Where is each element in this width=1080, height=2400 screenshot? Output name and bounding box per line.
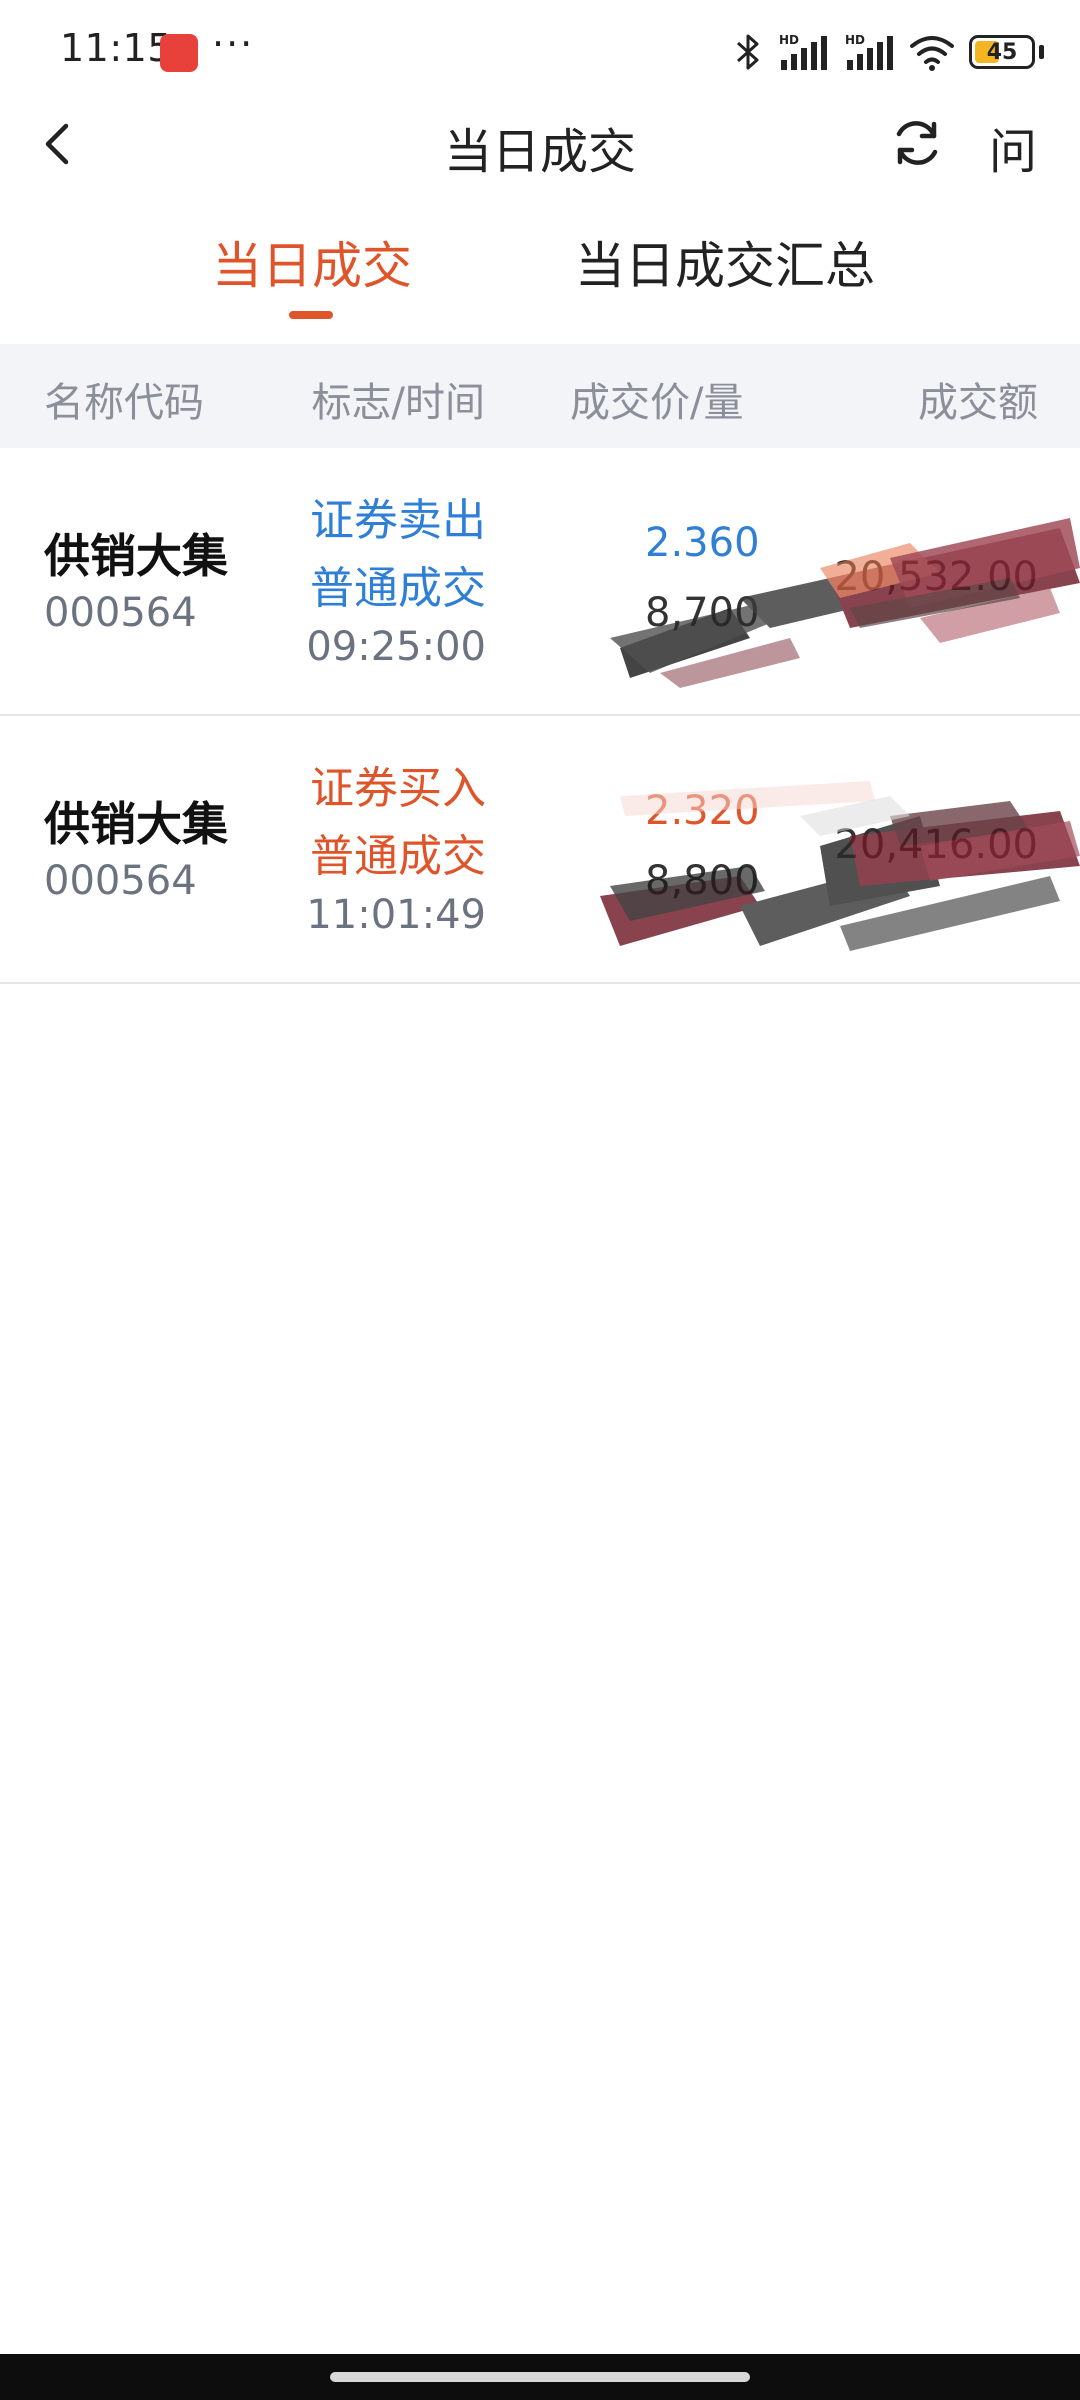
column-header-amount: 成交额 [918, 380, 1038, 426]
system-nav-bar [0, 2354, 1080, 2400]
stock-code: 000564 [44, 590, 197, 636]
trade-quantity: 8,700 [645, 590, 760, 636]
battery-cap [1039, 45, 1044, 59]
trade-direction: 证券卖出 [310, 495, 486, 546]
stock-name: 供销大集 [44, 529, 228, 583]
trade-price: 2.360 [645, 520, 760, 566]
svg-text:HD: HD [779, 33, 799, 47]
tab-daily-trades-summary[interactable]: 当日成交汇总 [575, 226, 875, 298]
column-header-name-code: 名称代码 [44, 380, 204, 426]
stock-code: 000564 [44, 858, 197, 904]
refresh-icon [896, 121, 938, 165]
signal-hd-icon: HD [779, 33, 827, 70]
column-header-price-qty: 成交价/量 [570, 380, 744, 426]
trade-direction: 证券买入 [310, 763, 486, 814]
app-notification-icon [160, 34, 198, 72]
table-row[interactable]: 供销大集 000564 证券买入 普通成交 11:01:49 2.320 8,8… [0, 716, 1080, 984]
stock-name: 供销大集 [44, 797, 228, 851]
battery-icon: 45 [969, 35, 1035, 69]
table-header: 名称代码 标志/时间 成交价/量 成交额 [0, 344, 1080, 448]
tab-daily-trades[interactable]: 当日成交 [212, 226, 412, 298]
battery-level: 45 [986, 39, 1018, 65]
status-time: 11:15 [60, 26, 173, 70]
trade-quantity: 8,800 [645, 858, 760, 904]
status-bar: 11:15 ··· HD HD 45 [0, 0, 1080, 100]
home-indicator[interactable] [330, 2372, 750, 2382]
trade-price: 2.320 [645, 788, 760, 834]
table-row[interactable]: 供销大集 000564 证券卖出 普通成交 09:25:00 2.360 8,7… [0, 448, 1080, 716]
wifi-icon [910, 36, 954, 71]
svg-text:HD: HD [845, 33, 865, 47]
trade-amount: 20,416.00 [834, 822, 1038, 868]
refresh-button[interactable] [888, 114, 946, 172]
active-tab-indicator [289, 311, 333, 319]
trade-type: 普通成交 [310, 563, 486, 614]
bluetooth-icon [736, 34, 759, 70]
signal-hd-icon: HD [845, 33, 893, 70]
title-bar: 当日成交 问 [0, 100, 1080, 190]
status-icons: HD HD 45 [733, 30, 1044, 74]
column-header-flag-time: 标志/时间 [311, 380, 485, 426]
status-more: ··· [212, 22, 255, 66]
trade-amount: 20,532.00 [834, 554, 1038, 600]
help-button[interactable]: 问 [978, 112, 1048, 180]
trade-time: 09:25:00 [306, 624, 486, 670]
tab-bar: 当日成交 当日成交汇总 [0, 216, 1080, 326]
trade-type: 普通成交 [310, 831, 486, 882]
trade-time: 11:01:49 [306, 892, 486, 938]
